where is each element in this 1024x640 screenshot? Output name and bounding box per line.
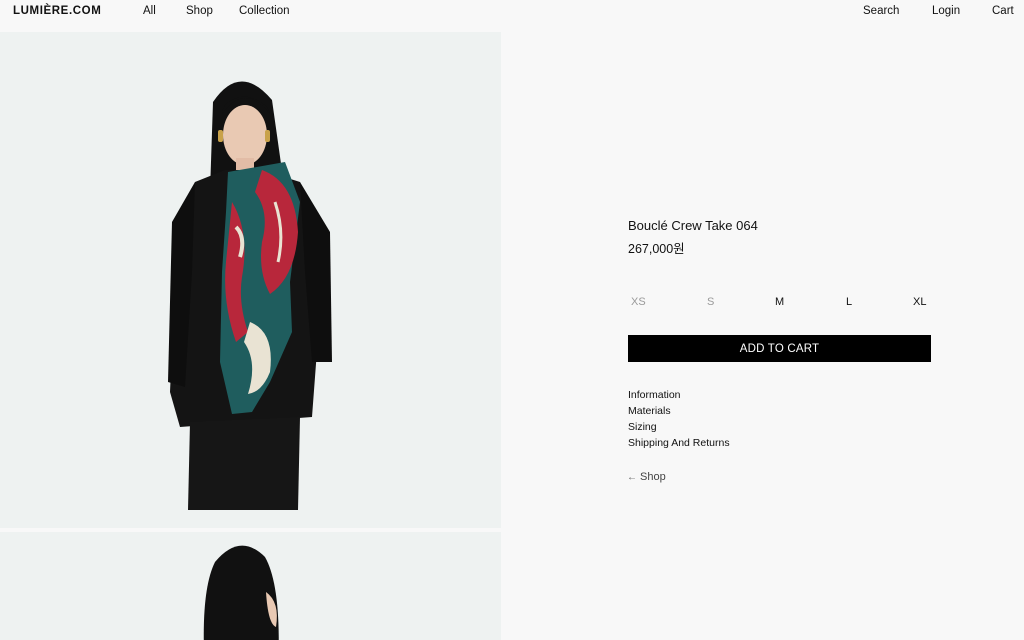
add-to-cart-button[interactable]: ADD TO CART [628, 335, 931, 362]
info-link-sizing[interactable]: Sizing [628, 421, 657, 433]
size-xl[interactable]: XL [913, 296, 926, 308]
product-title: Bouclé Crew Take 064 [628, 218, 758, 233]
nav-shop[interactable]: Shop [186, 5, 213, 17]
info-link-information[interactable]: Information [628, 389, 681, 401]
site-logo[interactable]: LUMIÈRE.COM [13, 5, 101, 17]
back-to-shop-link[interactable]: ← Shop [627, 471, 666, 483]
model-front-illustration [168, 81, 332, 510]
info-link-materials[interactable]: Materials [628, 405, 671, 417]
nav-search[interactable]: Search [863, 5, 899, 17]
nav-login[interactable]: Login [932, 5, 960, 17]
size-xs[interactable]: XS [631, 296, 646, 308]
nav-cart[interactable]: Cart [992, 5, 1014, 17]
product-price: 267,000원 [628, 242, 685, 256]
back-to-shop-label: Shop [640, 471, 666, 483]
size-s[interactable]: S [707, 296, 714, 308]
product-gallery [0, 32, 501, 640]
site-header: LUMIÈRE.COM All Shop Collection Search L… [0, 0, 1024, 32]
info-link-shipping-returns[interactable]: Shipping And Returns [628, 437, 730, 449]
nav-all[interactable]: All [143, 5, 156, 17]
model-back-illustration [203, 545, 279, 640]
product-photo-back[interactable] [0, 532, 501, 640]
size-m[interactable]: M [775, 296, 784, 308]
nav-collection[interactable]: Collection [239, 5, 290, 17]
size-l[interactable]: L [846, 296, 852, 308]
arrow-left-icon: ← [627, 471, 637, 483]
product-photo-front[interactable] [0, 32, 501, 528]
